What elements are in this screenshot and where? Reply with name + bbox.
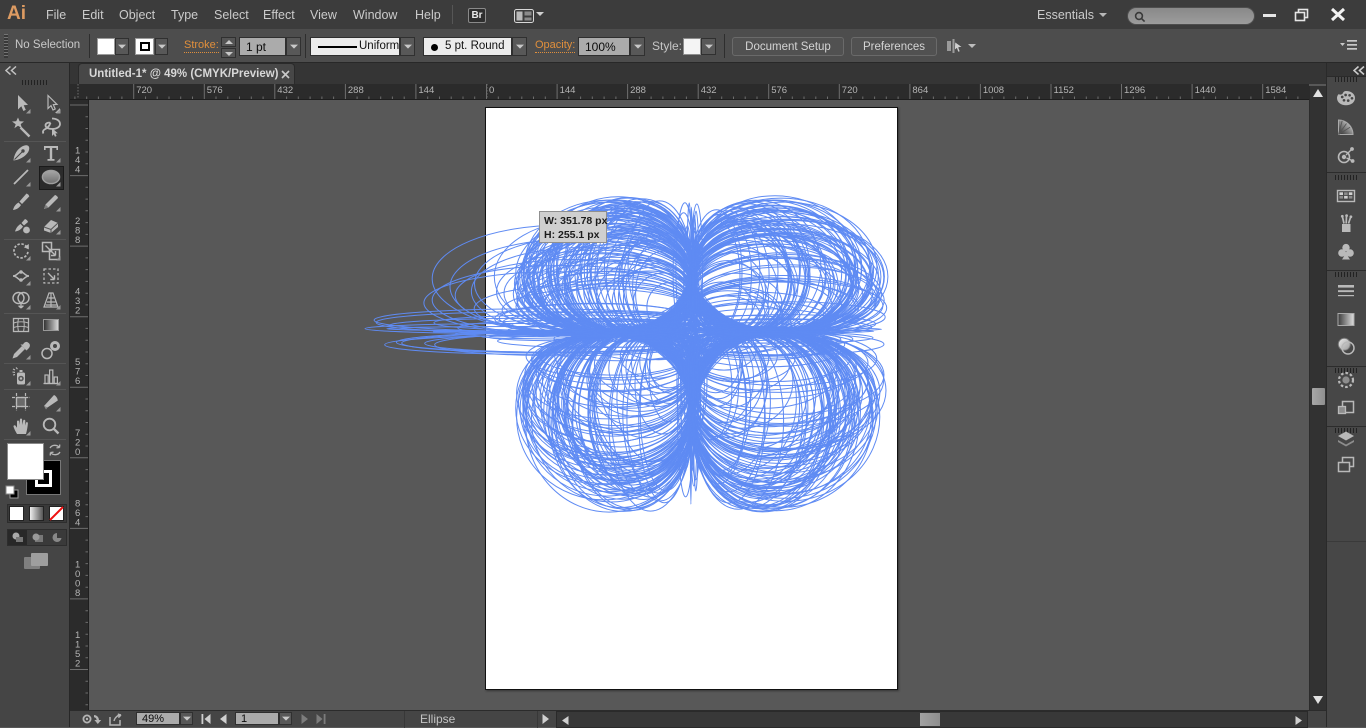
svg-text:144: 144 [418,85,434,96]
svg-text:576: 576 [207,85,223,96]
svg-text:864: 864 [912,85,928,96]
svg-text:6: 6 [75,376,80,387]
svg-text:2: 2 [75,659,80,670]
svg-text:432: 432 [277,85,293,96]
svg-text:144: 144 [560,85,576,96]
svg-text:1440: 1440 [1195,85,1216,96]
svg-text:2: 2 [75,306,80,317]
svg-text:1584: 1584 [1265,85,1286,96]
svg-text:432: 432 [701,85,717,96]
svg-text:288: 288 [630,85,646,96]
svg-text:1296: 1296 [1124,85,1145,96]
svg-text:288: 288 [348,85,364,96]
svg-text:720: 720 [842,85,858,96]
svg-text:1152: 1152 [1054,85,1074,96]
svg-text:576: 576 [771,85,787,96]
svg-text:1008: 1008 [983,85,1004,96]
svg-text:4: 4 [75,517,80,528]
svg-text:0: 0 [75,447,80,458]
svg-text:4: 4 [75,165,80,176]
svg-text:720: 720 [136,85,152,96]
svg-text:8: 8 [75,235,80,246]
svg-text:8: 8 [75,588,80,599]
svg-text:0: 0 [489,85,494,96]
